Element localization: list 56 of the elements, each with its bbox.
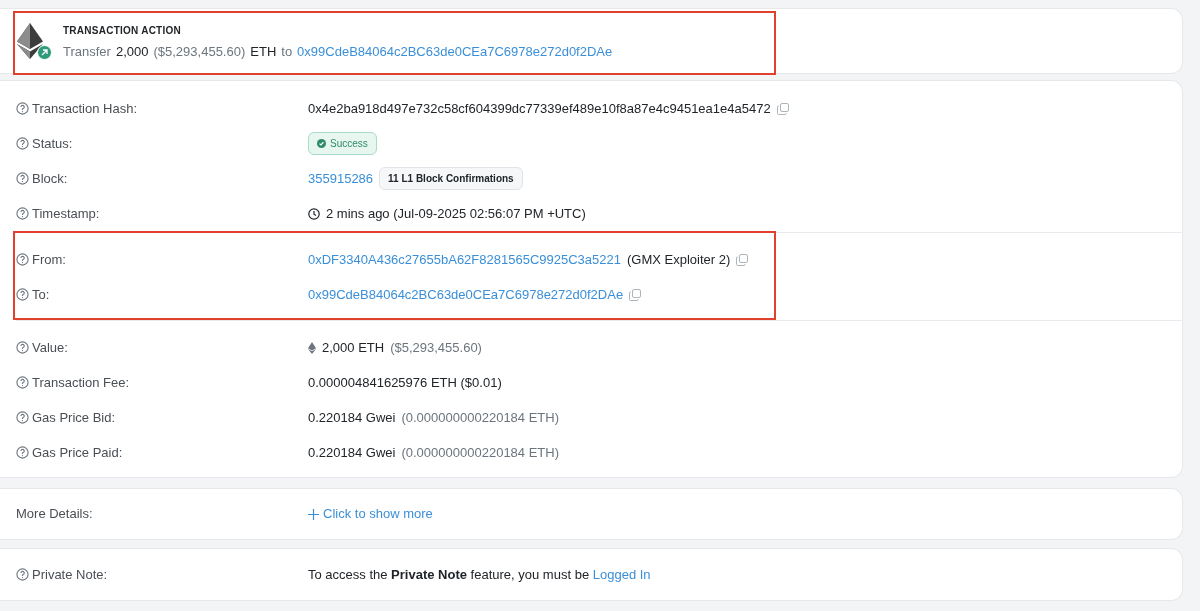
copy-icon[interactable] <box>776 102 789 115</box>
field-label: Timestamp: <box>32 204 100 223</box>
muted-text: (0.000000000220184 ETH) <box>401 408 559 427</box>
amount-text: ETH <box>250 43 277 61</box>
amount-text: 2,000 <box>115 43 149 61</box>
muted-text: Transfer <box>63 43 111 61</box>
address-link[interactable]: 355915286 <box>308 168 374 189</box>
show-more-link[interactable]: Click to show more <box>308 504 433 524</box>
value-text: 2,000 ETH <box>322 338 385 357</box>
value-text: 0.220184 Gwei <box>308 408 396 427</box>
check-circle-icon <box>317 139 326 148</box>
ethereum-transfer-icon <box>17 23 53 62</box>
clock-icon <box>308 207 320 220</box>
field-label: To: <box>32 285 50 304</box>
address-link[interactable]: 0x99CdeB84064c2BC63de0CEa7C6978e272d0f2DAe <box>297 42 613 62</box>
value-text: 0.000004841625976 ETH ($0.01) <box>308 373 502 392</box>
field-label: More Details: <box>16 505 94 524</box>
muted-text: ($5,293,455.60) <box>390 338 482 357</box>
muted-text: to <box>281 43 293 61</box>
field-label: Gas Price Bid: <box>32 408 116 427</box>
field-label: From: <box>32 250 66 269</box>
value-text: 0.220184 Gwei <box>308 443 396 462</box>
ethereum-icon <box>308 341 316 354</box>
help-icon <box>16 207 29 220</box>
field-label: Value: <box>32 338 68 357</box>
copy-icon[interactable] <box>629 288 642 301</box>
field-label: Gas Price Paid: <box>32 443 123 462</box>
help-icon <box>16 172 29 185</box>
action-title: TRANSACTION ACTION <box>63 24 182 38</box>
note-sentence: To access the Private Note feature, you must be Logged In <box>308 565 651 584</box>
copy-icon[interactable] <box>736 253 749 266</box>
address-link[interactable]: 0xDF3340A436c27655bA62F8281565C9925C3a5221 <box>308 249 621 270</box>
field-label: Status: <box>32 134 73 153</box>
help-icon <box>16 137 29 150</box>
muted-text: ($5,293,455.60) <box>153 43 246 61</box>
login-link[interactable]: Logged In <box>592 566 651 582</box>
help-icon <box>16 411 29 424</box>
help-icon <box>16 288 29 301</box>
help-icon <box>16 102 29 115</box>
address-link[interactable]: 0x99CdeB84064c2BC63de0CEa7C6978e272d0f2DAe <box>308 284 624 305</box>
field-label: Transaction Hash: <box>32 99 137 118</box>
muted-text: (0.000000000220184 ETH) <box>401 443 559 462</box>
value-text: (GMX Exploiter 2) <box>627 250 731 269</box>
help-icon <box>16 446 29 459</box>
help-icon <box>16 376 29 389</box>
plus-icon <box>308 508 319 520</box>
field-label: Private Note: <box>32 565 108 584</box>
help-icon <box>16 341 29 354</box>
help-icon <box>16 568 29 581</box>
confirmations-badge: 11 L1 Block Confirmations <box>379 167 523 190</box>
field-label: Block: <box>32 169 68 188</box>
help-icon <box>16 253 29 266</box>
value-text: 2 mins ago (Jul-09-2025 02:56:07 PM +UTC) <box>326 204 586 223</box>
value-text: 0x4e2ba918d497e732c58cf604399dc77339ef489e10f8a87e4c9451ea1e4a5472 <box>308 99 771 118</box>
status-badge: Success <box>308 132 377 155</box>
field-label: Transaction Fee: <box>32 373 130 392</box>
